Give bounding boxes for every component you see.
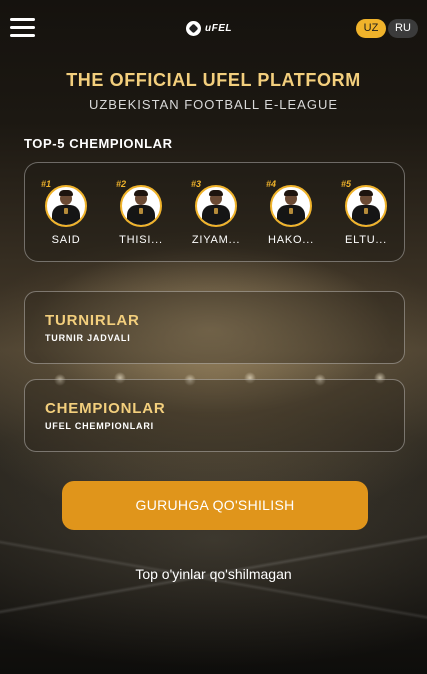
player-rank: #3	[191, 179, 202, 189]
header: uFEL UZ RU	[0, 0, 427, 58]
player-item[interactable]: #5 ELTU...	[335, 177, 397, 246]
players-list: #1 SAID #2 THISI... #3 ZIYAM... #4 HAKO.…	[35, 177, 397, 246]
player-name: SAID	[51, 234, 81, 246]
lang-ru-button[interactable]: RU	[388, 19, 418, 38]
player-avatar	[270, 185, 312, 227]
no-top-games-text: Top o'yinlar qo'shilmagan	[135, 566, 292, 582]
player-rank: #5	[341, 179, 352, 189]
menu-icon[interactable]	[10, 18, 35, 38]
player-item[interactable]: #3 ZIYAM...	[185, 177, 247, 246]
hero-title: THE OFFICIAL UFEL PLATFORM	[66, 70, 361, 90]
player-name: ELTU...	[344, 234, 388, 246]
player-avatar	[120, 185, 162, 227]
player-name: THISI...	[119, 234, 163, 246]
soccer-ball-icon	[186, 20, 201, 36]
tournaments-subtitle: TURNIR JADVALI	[45, 333, 131, 343]
hero-subtitle: UZBEKISTAN FOOTBALL E-LEAGUE	[88, 97, 339, 112]
player-avatar	[195, 185, 237, 227]
player-item[interactable]: #1 SAID	[35, 177, 97, 246]
ufel-logo[interactable]: uFEL	[186, 19, 244, 37]
player-item[interactable]: #4 HAKO...	[260, 177, 322, 246]
champions-title: CHEMPIONLAR	[45, 400, 166, 417]
logo-text: uFEL	[205, 22, 232, 34]
tournaments-title: TURNIRLAR	[45, 312, 140, 329]
champions-subtitle: UFEL CHEMPIONLARI	[45, 421, 154, 431]
player-rank: #4	[266, 179, 277, 189]
player-name: ZIYAM...	[191, 234, 241, 246]
language-switcher: UZ RU	[356, 19, 418, 38]
player-avatar	[345, 185, 387, 227]
lang-uz-button[interactable]: UZ	[356, 19, 386, 38]
top-champions-card: #1 SAID #2 THISI... #3 ZIYAM... #4 HAKO.…	[24, 162, 405, 262]
join-group-button[interactable]: GURUHGA QO'SHILISH	[62, 481, 368, 530]
player-item[interactable]: #2 THISI...	[110, 177, 172, 246]
player-name: HAKO...	[268, 234, 314, 246]
player-rank: #1	[41, 179, 52, 189]
tournaments-card[interactable]: TURNIRLAR TURNIR JADVALI	[24, 291, 405, 364]
champions-card[interactable]: CHEMPIONLAR UFEL CHEMPIONLARI	[24, 379, 405, 452]
player-rank: #2	[116, 179, 127, 189]
top-champions-title: TOP-5 CHEMPIONLAR	[24, 136, 173, 151]
player-avatar	[45, 185, 87, 227]
